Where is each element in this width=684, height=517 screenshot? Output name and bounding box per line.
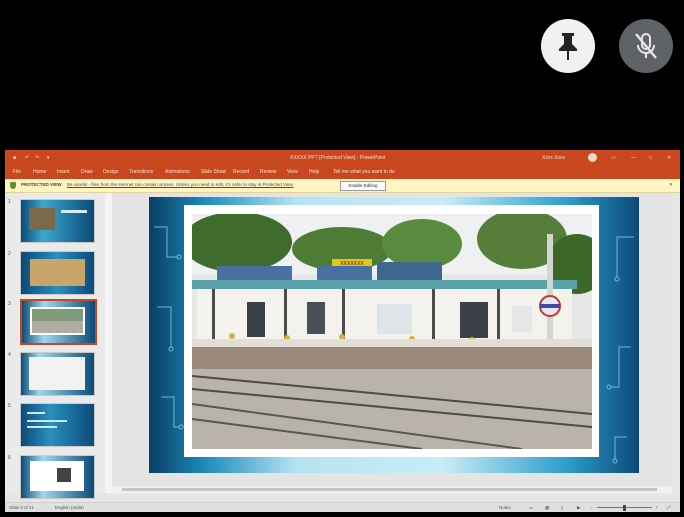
slide-number: 3 (8, 301, 11, 307)
language-status[interactable]: English (India) (55, 505, 84, 510)
tab-draw[interactable]: Draw (81, 169, 93, 175)
powerpoint-window: ■ ↶ ↷ ▾ XXXXX PPT [Protected View] - Pow… (5, 150, 680, 512)
tab-slide-show[interactable]: Slide Show (201, 169, 226, 175)
slide-thumbnail-pane: 1 2 3 4 5 6 (5, 193, 105, 499)
slide-number: 4 (8, 352, 11, 358)
tab-help[interactable]: Help (309, 169, 319, 175)
window-title: XXXXX PPT [Protected View] - PowerPoint (290, 155, 386, 161)
protected-view-message[interactable]: Be careful - files from the Internet can… (67, 182, 294, 187)
tab-insert[interactable]: Insert (57, 169, 70, 175)
tab-record[interactable]: Record (233, 169, 249, 175)
slide-count-status: Slide 3 of 21 (9, 505, 35, 510)
zoom-in-icon[interactable]: + (655, 505, 658, 510)
thumbnail-scrollbar[interactable] (105, 193, 112, 493)
photo-frame: XXXXXXX (184, 205, 599, 457)
reading-view-icon[interactable]: ▯ (561, 505, 563, 511)
normal-view-icon[interactable]: ▭ (529, 505, 533, 511)
mic-off-icon (635, 33, 657, 59)
scrollbar-thumb[interactable] (122, 488, 657, 491)
avatar[interactable] (588, 153, 597, 162)
tab-review[interactable]: Review (260, 169, 276, 175)
tab-home[interactable]: Home (33, 169, 46, 175)
slide-editing-area: XXXXXXX (112, 193, 672, 486)
slide-thumbnail-3[interactable] (20, 299, 97, 345)
slide-thumbnail-1[interactable] (20, 199, 95, 243)
slide-thumbnail-4[interactable] (20, 352, 95, 396)
slide-thumbnail-5[interactable] (20, 403, 95, 447)
minimize-icon[interactable]: — (631, 155, 636, 161)
slide-thumbnail-6[interactable] (20, 455, 95, 499)
redo-icon[interactable]: ↷ (35, 155, 39, 161)
title-bar: ■ ↶ ↷ ▾ XXXXX PPT [Protected View] - Pow… (5, 150, 680, 166)
notes-button[interactable]: Notes (499, 505, 511, 510)
slide-sorter-icon[interactable]: ▦ (545, 505, 549, 511)
slideshow-view-icon[interactable]: ▶ (577, 505, 580, 511)
status-bar: Slide 3 of 21 English (India) Notes ▭ ▦ … (5, 502, 680, 512)
slide-thumbnail-2[interactable] (20, 251, 95, 295)
fit-slide-icon[interactable]: ⤢ (667, 505, 671, 510)
tab-file[interactable]: File (13, 169, 21, 175)
shield-icon (10, 182, 16, 189)
station-photo[interactable]: XXXXXXX (192, 214, 592, 449)
tab-transitions[interactable]: Transitions (129, 169, 153, 175)
protected-view-label: PROTECTED VIEW (21, 182, 62, 187)
pin-button[interactable] (541, 19, 595, 73)
slide-number: 5 (8, 403, 11, 409)
station-sign-text: XXXXXXX (340, 261, 364, 267)
tab-design[interactable]: Design (103, 169, 119, 175)
railway-station-image: XXXXXXX (192, 214, 592, 449)
ribbon-tabs: File Home Insert Draw Design Transitions… (5, 166, 680, 179)
protected-view-bar: PROTECTED VIEW Be careful - files from t… (5, 179, 680, 193)
tab-view[interactable]: View (287, 169, 298, 175)
maximize-icon[interactable]: □ (649, 155, 652, 161)
enable-editing-button[interactable]: Enable Editing (340, 181, 386, 191)
zoom-out-icon[interactable]: − (590, 505, 593, 510)
quick-access-icon[interactable]: ▾ (47, 155, 50, 161)
tell-me-search[interactable]: Tell me what you want to do (333, 169, 395, 175)
mic-off-button[interactable] (619, 19, 673, 73)
ribbon-display-icon[interactable]: ▭ (611, 155, 616, 161)
undo-icon[interactable]: ↶ (25, 155, 29, 161)
slide-number: 6 (8, 455, 11, 461)
slide-number: 1 (8, 199, 11, 205)
slide-horizontal-scrollbar[interactable] (112, 486, 672, 493)
current-slide[interactable]: XXXXXXX (149, 197, 639, 473)
user-name[interactable]: Xxxx Xxxx (542, 155, 565, 161)
close-bar-icon[interactable]: ✕ (669, 182, 673, 188)
tab-animations[interactable]: Animations (165, 169, 190, 175)
zoom-slider-knob[interactable] (623, 505, 626, 511)
slide-number: 2 (8, 251, 11, 257)
close-icon[interactable]: ✕ (667, 155, 671, 161)
pin-icon (559, 33, 577, 60)
save-icon[interactable]: ■ (13, 155, 16, 161)
